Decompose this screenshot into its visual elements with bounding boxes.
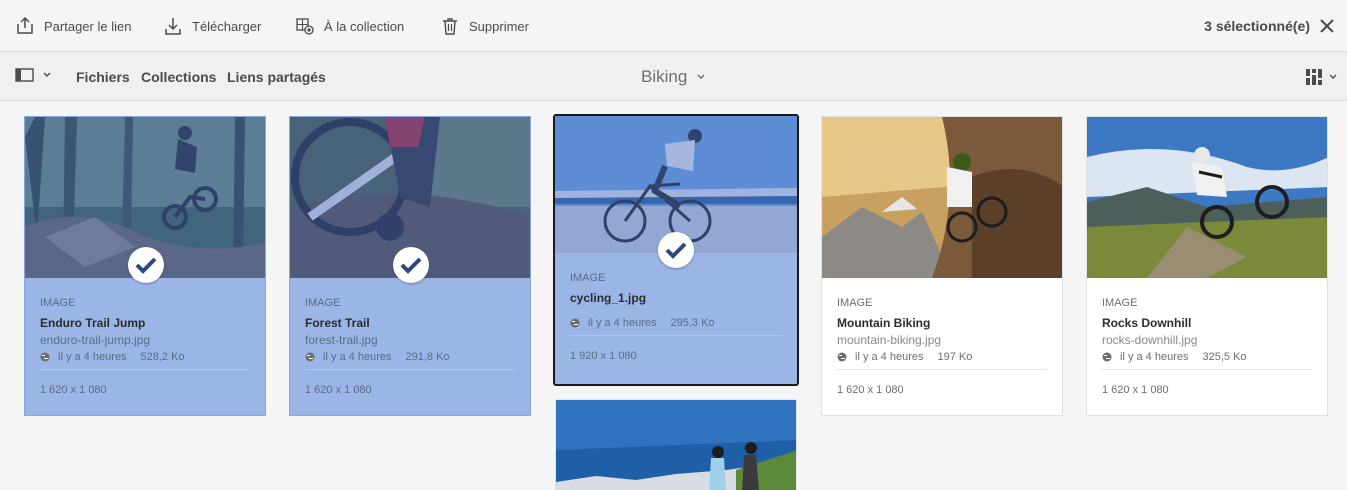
asset-filename: forest-trail.jpg: [305, 333, 378, 347]
rail-toggle-button[interactable]: [15, 67, 53, 83]
divider: [1102, 369, 1312, 370]
chevron-down-icon: [697, 74, 705, 79]
globe-icon: [837, 352, 847, 362]
asset-title: Forest Trail: [305, 316, 370, 330]
globe-icon: [570, 318, 580, 328]
globe-icon: [1102, 352, 1112, 362]
asset-title: Enduro Trail Jump: [40, 316, 146, 330]
asset-filename: enduro-trail-jump.jpg: [40, 333, 151, 347]
asset-meta: IMAGE Rocks Downhill rocks-downhill.jpg …: [1102, 297, 1312, 396]
asset-filename: rocks-downhill.jpg: [1102, 333, 1198, 347]
asset-dimensions: 1 620 x 1 080: [1102, 384, 1169, 396]
trash-icon: [443, 18, 457, 35]
folder-title-dropdown[interactable]: Biking: [641, 52, 707, 101]
asset-stats: il y a 4 heures 325,5 Ko: [1102, 351, 1312, 363]
folder-title: Biking: [641, 66, 688, 86]
view-switcher-button[interactable]: [1305, 68, 1339, 86]
asset-card[interactable]: IMAGE Mountain Biking mountain-biking.jp…: [821, 116, 1063, 416]
asset-type: IMAGE: [40, 297, 76, 309]
action-bar: Partager le lien Télécharger À la collec…: [0, 0, 1347, 52]
nav-files-link[interactable]: Fichiers: [76, 52, 130, 101]
asset-dimensions: 1 620 x 1 080: [40, 384, 107, 396]
asset-type: IMAGE: [570, 272, 606, 284]
asset-stats: il y a 4 heures 528,2 Ko: [40, 351, 250, 363]
asset-size: 528,2 Ko: [140, 351, 185, 363]
delete-button[interactable]: Supprimer: [441, 0, 529, 52]
nav-bar: Fichiers Collections Liens partagés Biki…: [0, 52, 1347, 101]
asset-size: 197 Ko: [937, 351, 973, 363]
asset-stats: il y a 4 heures 291,8 Ko: [305, 351, 515, 363]
asset-age: il y a 4 heures: [588, 317, 657, 329]
asset-type: IMAGE: [1102, 297, 1138, 309]
asset-type: IMAGE: [837, 297, 873, 309]
asset-type: IMAGE: [305, 297, 341, 309]
divider: [570, 335, 782, 336]
asset-filename: mountain-biking.jpg: [837, 333, 942, 347]
add-to-collection-label: À la collection: [324, 18, 405, 34]
asset-title: Rocks Downhill: [1102, 316, 1192, 330]
add-to-collection-button[interactable]: À la collection: [296, 0, 404, 52]
asset-title: Mountain Biking: [837, 316, 931, 330]
rail-toggle-icon: [15, 68, 34, 82]
asset-thumbnail: [822, 117, 1062, 278]
asset-meta: IMAGE cycling_1.jpg il y a 4 heures 295,…: [570, 272, 782, 362]
download-button[interactable]: Télécharger: [164, 0, 261, 52]
asset-size: 291,8 Ko: [405, 351, 450, 363]
divider: [837, 369, 1047, 370]
asset-dimensions: 1 920 x 1 080: [570, 350, 637, 362]
asset-thumbnail: [1087, 117, 1327, 278]
selected-checkmark[interactable]: [393, 247, 429, 283]
selection-count: 3 sélectionné(e): [1204, 18, 1310, 34]
asset-card[interactable]: IMAGE cycling_1.jpg il y a 4 heures 295,…: [553, 114, 799, 386]
checkmark-icon: [665, 242, 687, 259]
chevron-down-icon: [1329, 74, 1337, 79]
divider: [40, 369, 250, 370]
share-link-label: Partager le lien: [44, 18, 132, 34]
asset-size: 325,5 Ko: [1202, 351, 1247, 363]
card-view-icon: [1306, 69, 1322, 85]
nav-shared-links-link[interactable]: Liens partagés: [227, 52, 326, 101]
selected-checkmark[interactable]: [128, 247, 164, 283]
asset-age: il y a 4 heures: [1120, 351, 1189, 363]
asset-stats: il y a 4 heures 295,3 Ko: [570, 317, 782, 329]
chevron-down-icon: [43, 72, 51, 77]
download-label: Télécharger: [192, 18, 262, 34]
asset-size: 295,3 Ko: [670, 317, 715, 329]
asset-dimensions: 1 620 x 1 080: [837, 384, 904, 396]
globe-icon: [305, 352, 315, 362]
asset-age: il y a 4 heures: [323, 351, 392, 363]
share-link-button[interactable]: Partager le lien: [16, 0, 131, 52]
asset-card[interactable]: [555, 399, 797, 490]
nav-collections-link[interactable]: Collections: [141, 52, 216, 101]
asset-thumbnail: [556, 400, 796, 490]
divider: [305, 369, 515, 370]
asset-meta: IMAGE Enduro Trail Jump enduro-trail-jum…: [40, 297, 250, 396]
close-selection-button[interactable]: [1317, 16, 1337, 36]
add-to-collection-icon: [296, 18, 314, 35]
share-icon: [17, 17, 33, 34]
delete-label: Supprimer: [469, 18, 529, 34]
checkmark-icon: [135, 257, 157, 274]
selected-checkmark[interactable]: [658, 232, 694, 268]
asset-title: cycling_1.jpg: [570, 291, 647, 305]
asset-meta: IMAGE Mountain Biking mountain-biking.jp…: [837, 297, 1047, 396]
asset-card[interactable]: IMAGE Rocks Downhill rocks-downhill.jpg …: [1086, 116, 1328, 416]
asset-age: il y a 4 heures: [855, 351, 924, 363]
asset-card[interactable]: IMAGE Forest Trail forest-trail.jpg il y…: [289, 116, 531, 416]
asset-age: il y a 4 heures: [58, 351, 127, 363]
asset-dimensions: 1 620 x 1 080: [305, 384, 372, 396]
asset-meta: IMAGE Forest Trail forest-trail.jpg il y…: [305, 297, 515, 396]
download-icon: [165, 18, 181, 35]
close-icon: [1320, 19, 1334, 33]
globe-icon: [40, 352, 50, 362]
checkmark-icon: [400, 257, 422, 274]
asset-stats: il y a 4 heures 197 Ko: [837, 351, 1047, 363]
asset-card[interactable]: IMAGE Enduro Trail Jump enduro-trail-jum…: [24, 116, 266, 416]
